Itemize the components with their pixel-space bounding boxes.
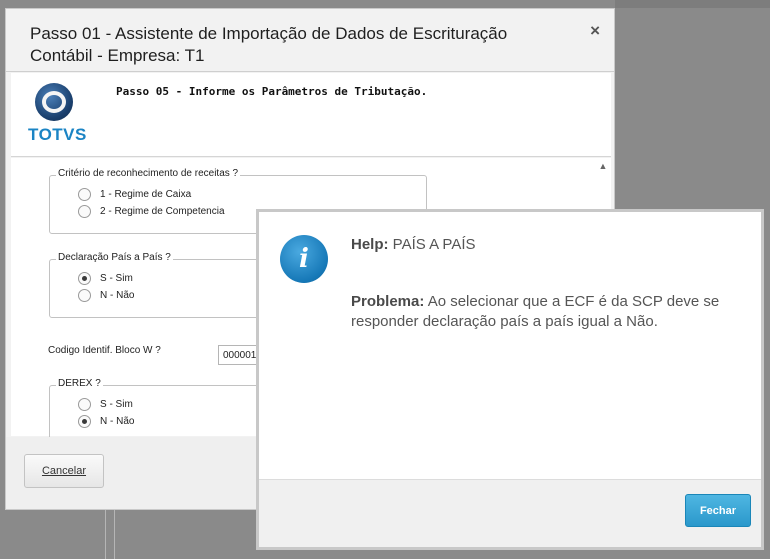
derex-option-sim[interactable]: S - Sim [78,398,133,411]
radio-sim[interactable] [78,272,91,285]
help-dialog: i Help: PAÍS A PAÍS Problema: Ao selecio… [256,209,764,550]
criterio-option-competencia[interactable]: 2 - Regime de Competencia [78,205,225,218]
option-label: N - Não [100,290,135,301]
option-label: S - Sim [100,399,133,410]
cancel-button[interactable]: Cancelar [24,454,104,488]
radio-caixa[interactable] [78,188,91,201]
info-icon: i [280,235,328,283]
step-panel: TOTVS Passo 05 - Informe os Parâmetros d… [11,73,611,157]
help-problem-label: Problema: [351,293,425,310]
help-title-label: Help: [351,236,389,253]
declaracao-option-sim[interactable]: S - Sim [78,272,133,285]
criterio-option-caixa[interactable]: 1 - Regime de Caixa [78,188,191,201]
help-footer: Fechar [259,479,761,547]
step-title: Passo 05 - Informe os Parâmetros de Trib… [116,85,428,98]
scroll-up-icon[interactable]: ▲ [595,158,611,174]
criterio-legend: Critério de reconhecimento de receitas ? [56,168,241,179]
background-strip [615,0,770,8]
background-line [105,510,106,559]
radio-nao[interactable] [78,415,91,428]
fechar-button[interactable]: Fechar [685,494,751,527]
radio-competencia[interactable] [78,205,91,218]
help-problem: Problema: Ao selecionar que a ECF é da S… [351,292,746,332]
wizard-title: Passo 01 - Assistente de Importação de D… [30,24,508,65]
option-label: S - Sim [100,273,133,284]
background-line [114,510,115,559]
option-label: N - Não [100,416,135,427]
derex-legend: DEREX ? [56,378,103,389]
option-label: 2 - Regime de Competencia [100,206,225,217]
declaracao-option-nao[interactable]: N - Não [78,289,134,302]
help-title-value: PAÍS A PAÍS [392,236,476,253]
logo-ring-icon [42,91,66,113]
logo-text: TOTVS [28,125,87,144]
declaracao-legend: Declaração País a País ? [56,252,173,263]
wizard-header: Passo 01 - Assistente de Importação de D… [6,9,614,72]
close-icon[interactable]: × [590,21,600,41]
radio-nao[interactable] [78,289,91,302]
codigo-label: Codigo Identif. Bloco W ? [48,345,161,356]
totvs-logo: TOTVS [25,83,87,144]
option-label: 1 - Regime de Caixa [100,189,192,200]
derex-option-nao[interactable]: N - Não [78,415,134,428]
radio-sim[interactable] [78,398,91,411]
help-title: Help: PAÍS A PAÍS [351,236,476,253]
